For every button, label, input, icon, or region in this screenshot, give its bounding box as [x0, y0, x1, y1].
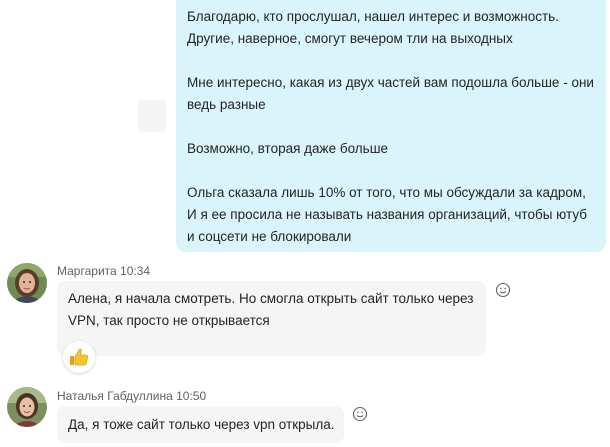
message-line: И я ее просила не называть названия орга… [187, 207, 587, 222]
reaction-badge[interactable] [63, 341, 95, 373]
avatar-margarita[interactable] [7, 263, 47, 303]
message-line: VPN, так просто не открывается [68, 313, 270, 328]
message-line: и соцсети не блокировали [187, 229, 352, 244]
smile-icon[interactable] [495, 282, 511, 298]
message-bubble[interactable]: Да, я тоже сайт только через vpn открыла… [57, 406, 344, 443]
message-meta: Маргарита 10:34 [57, 264, 150, 278]
own-message-bubble[interactable]: Благодарю, кто прослушал, нашел интерес … [176, 0, 606, 252]
smile-icon[interactable] [352, 406, 368, 422]
message-line: Другие, наверное, смогут вечером тли на … [187, 31, 513, 46]
message-meta: Наталья Габдуллина 10:50 [57, 389, 206, 403]
author-name: Маргарита [57, 264, 117, 278]
avatar-natalya[interactable] [7, 387, 47, 427]
message-line: Да, я тоже сайт только через vpn открыла… [68, 417, 335, 432]
message-line: Мне интересно, какая из двух частей вам … [187, 75, 594, 90]
message-line: Ольга сказала лишь 10% от того, что мы о… [187, 185, 586, 200]
message-time: 10:50 [176, 389, 207, 403]
message-line: Благодарю, кто прослушал, нашел интерес … [187, 9, 559, 24]
own-message-paragraph: Мне интересно, какая из двух частей вам … [187, 72, 596, 116]
message-bubble[interactable]: Алена, я начала смотреть. Но смогла откр… [57, 281, 486, 356]
message-line: Алена, я начала смотреть. Но смогла откр… [68, 291, 474, 306]
message-line: ведь разные [187, 97, 266, 112]
own-message-paragraph: Благодарю, кто прослушал, нашел интерес … [187, 6, 596, 50]
author-name: Наталья Габдуллина [57, 389, 173, 403]
message-hover-shadow [138, 100, 166, 132]
message-time: 10:34 [120, 264, 151, 278]
avatar-photo [7, 387, 47, 427]
thumbs-up-icon [70, 348, 89, 366]
message-line: Возможно, вторая даже больше [187, 141, 389, 156]
own-message-paragraph: Ольга сказала лишь 10% от того, что мы о… [187, 182, 596, 248]
avatar-photo [7, 263, 47, 303]
own-message-paragraph: Возможно, вторая даже больше [187, 138, 596, 160]
